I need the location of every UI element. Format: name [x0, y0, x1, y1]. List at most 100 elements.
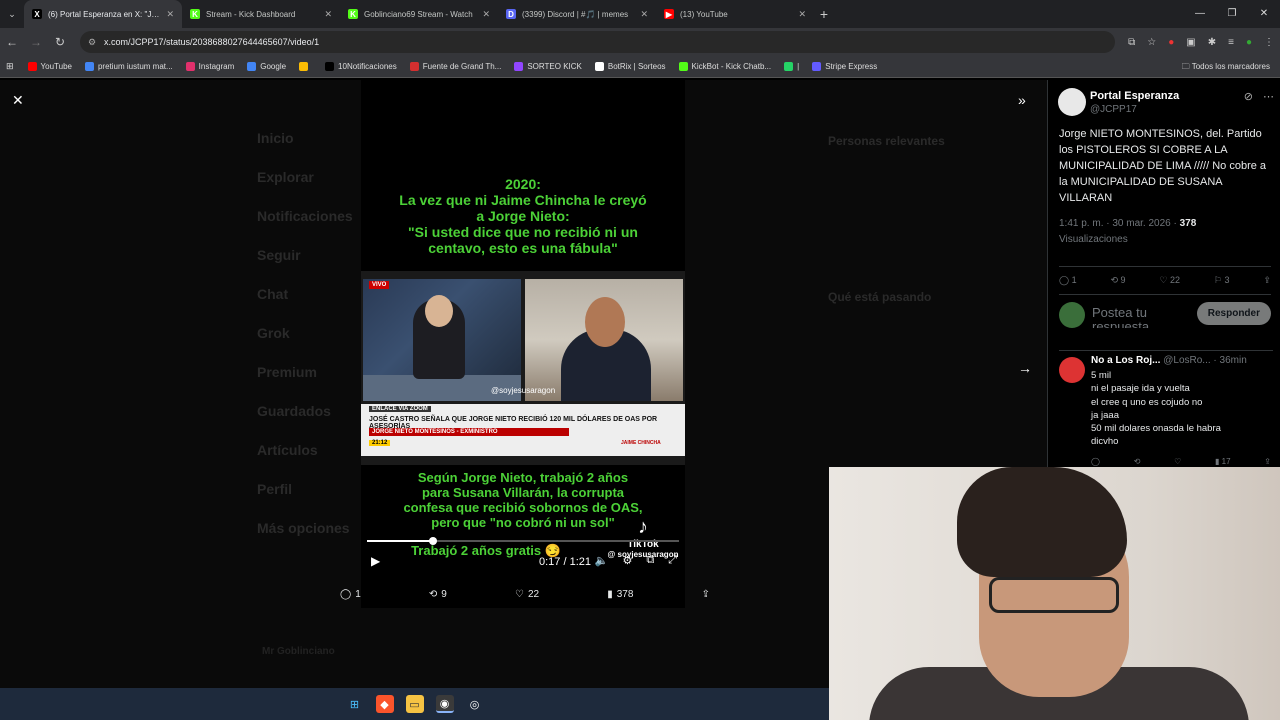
- reply-text: 5 mil ni el pasaje ida y vuelta el cree …: [1091, 370, 1221, 448]
- minimize-button[interactable]: —: [1184, 0, 1216, 28]
- browser-tab[interactable]: K Stream - Kick Dashboard ✕: [182, 0, 340, 28]
- apps-icon[interactable]: ⊞: [6, 61, 14, 72]
- share-icon[interactable]: ⇪: [1263, 275, 1271, 286]
- all-bookmarks[interactable]: 🗀 Todos los marcadores: [1182, 56, 1270, 78]
- heart-icon[interactable]: ♡: [1174, 457, 1181, 466]
- dimmed-nav-item: Inicio: [257, 130, 294, 146]
- windows-start-icon[interactable]: ⊞: [346, 695, 364, 713]
- extension-icon[interactable]: ●: [1168, 37, 1174, 48]
- tab-search-button[interactable]: ⌄: [0, 0, 24, 28]
- browser-tab[interactable]: K Goblinciano69 Stream - Watch ✕: [340, 0, 498, 28]
- post-view-count: 378: [1179, 218, 1197, 229]
- reload-icon[interactable]: ↻: [48, 35, 72, 49]
- cast-icon[interactable]: ⧉: [1128, 37, 1135, 48]
- close-viewer-icon[interactable]: ✕: [12, 92, 24, 109]
- tab-favicon-icon: D: [506, 9, 516, 19]
- bookmark-count: 3: [1224, 275, 1230, 285]
- back-icon[interactable]: ←: [0, 35, 24, 49]
- close-tab-icon[interactable]: ✕: [798, 9, 806, 20]
- views-button[interactable]: ▮ 378: [607, 584, 633, 604]
- dimmed-nav-item: Más opciones: [257, 520, 350, 536]
- close-tab-icon[interactable]: ✕: [640, 9, 648, 20]
- bookmark-item[interactable]: BotRix | Sorteos: [594, 62, 666, 71]
- volume-icon[interactable]: 🔈: [595, 554, 609, 567]
- extension-icon[interactable]: ▣: [1186, 37, 1195, 48]
- media-engagement-bar: ◯ 1 ⟲ 9 ♡ 22 ▮ 378 ⇪: [340, 584, 710, 604]
- like-button[interactable]: ♡ 22: [515, 584, 539, 604]
- share-button[interactable]: ⇪: [702, 584, 710, 604]
- bookmark-item[interactable]: Instagram: [185, 62, 234, 71]
- close-tab-icon[interactable]: ✕: [482, 9, 490, 20]
- repost-button[interactable]: ⟲ 9: [429, 584, 447, 604]
- site-info-icon[interactable]: ⚙: [88, 31, 96, 53]
- restore-button[interactable]: ❐: [1216, 0, 1248, 28]
- address-bar[interactable]: ⚙ x.com/JCPP17/status/203868802764446560…: [80, 31, 1115, 53]
- bookmark-item[interactable]: YouTube: [27, 62, 72, 71]
- reply-input[interactable]: Postea tu respuesta: [1092, 306, 1182, 328]
- video-progress-bar[interactable]: [367, 537, 679, 545]
- fullscreen-icon[interactable]: ⤢: [668, 554, 677, 567]
- browser-tab[interactable]: D (3399) Discord | #🎵 | memes ✕: [498, 0, 656, 28]
- close-tab-icon[interactable]: ✕: [166, 9, 174, 20]
- reply-button[interactable]: ◯ 1: [340, 584, 361, 604]
- repost-icon[interactable]: ⟲: [1134, 457, 1141, 466]
- expand-panel-icon[interactable]: »: [1018, 92, 1026, 108]
- pip-icon[interactable]: ⧉: [646, 554, 654, 567]
- close-window-button[interactable]: ✕: [1248, 0, 1280, 28]
- play-icon[interactable]: ▶: [371, 554, 380, 568]
- bookmark-item[interactable]: 10Notificaciones: [325, 62, 397, 71]
- grok-icon[interactable]: ⊘: [1244, 90, 1253, 103]
- views-button[interactable]: ▮ 17: [1215, 457, 1231, 466]
- brave-browser-icon[interactable]: ◆: [375, 695, 394, 713]
- bookmark-item[interactable]: |: [784, 62, 799, 71]
- more-icon[interactable]: ⋯: [1263, 90, 1274, 103]
- bookmark-item[interactable]: KickBot - Kick Chatb...: [678, 62, 771, 71]
- live-badge: VIVO: [369, 281, 390, 289]
- share-icon[interactable]: ⇪: [1264, 457, 1271, 466]
- bookmark-item[interactable]: SORTEO KICK: [514, 62, 582, 71]
- file-explorer-icon[interactable]: ▭: [405, 695, 424, 713]
- reply-submit-button[interactable]: Responder: [1196, 302, 1271, 325]
- browser-tab[interactable]: X (6) Portal Esperanza en X: "Jorge ✕: [24, 0, 182, 28]
- reply-item[interactable]: No a Los Roj... @LosRo... · 36min 5 mil …: [1059, 350, 1273, 468]
- obs-icon[interactable]: ◎: [466, 695, 484, 713]
- puzzle-icon[interactable]: ✱: [1208, 37, 1216, 48]
- bookmark-item[interactable]: Fuente de Grand Th...: [409, 62, 502, 71]
- next-media-icon[interactable]: →: [1018, 360, 1032, 376]
- reply-icon: ◯: [340, 588, 352, 600]
- bookmark-item[interactable]: pretium iustum mat...: [84, 62, 173, 71]
- like-button[interactable]: ♡ 22: [1159, 275, 1180, 286]
- avatar[interactable]: [1058, 88, 1086, 116]
- repost-button[interactable]: ⟲ 9: [1110, 275, 1125, 286]
- reply-button[interactable]: ◯ 1: [1059, 275, 1077, 286]
- bookmark-button[interactable]: ⚐ 3: [1214, 275, 1230, 286]
- progress-knob[interactable]: [428, 537, 437, 545]
- post-timestamp[interactable]: 1:41 p. m. · 30 mar. 2026 ·: [1059, 218, 1180, 229]
- bookmark-label: Fuente de Grand Th...: [422, 62, 502, 71]
- forward-icon[interactable]: →: [24, 35, 48, 49]
- avatar[interactable]: [1059, 357, 1085, 383]
- bookmark-item[interactable]: [299, 62, 312, 71]
- profile-avatar[interactable]: ●: [1246, 37, 1252, 48]
- author-name[interactable]: Portal Esperanza: [1090, 90, 1179, 102]
- browser-tab[interactable]: ▶ (13) YouTube ✕: [656, 0, 814, 28]
- dimmed-nav-item: Notificaciones: [257, 208, 353, 224]
- settings-icon[interactable]: ⚙: [622, 554, 632, 567]
- bookmark-item[interactable]: Google: [247, 62, 286, 71]
- reply-icon[interactable]: ◯: [1091, 457, 1100, 466]
- video-controls: ▶ 0:17 / 1:21 🔈 ⚙ ⧉ ⤢: [367, 554, 679, 574]
- close-tab-icon[interactable]: ✕: [324, 9, 332, 20]
- author-handle[interactable]: @JCPP17: [1090, 104, 1137, 115]
- bookmark-star-icon[interactable]: ☆: [1147, 37, 1156, 48]
- dimmed-nav-item: Perfil: [257, 481, 293, 497]
- tab-title: (13) YouTube: [680, 9, 728, 19]
- media-icon[interactable]: ≡: [1228, 37, 1234, 48]
- lower-third-anchor: JAIME CHINCHA: [621, 440, 661, 446]
- chrome-icon[interactable]: ◉: [435, 695, 454, 713]
- video-player[interactable]: 2020: La vez que ni Jaime Chincha le cre…: [361, 80, 685, 608]
- bookmark-item[interactable]: Stripe Express: [812, 62, 877, 71]
- new-tab-button[interactable]: +: [814, 6, 834, 22]
- reply-author-name[interactable]: No a Los Roj...: [1091, 355, 1160, 366]
- bookmark-label: |: [797, 62, 800, 71]
- menu-icon[interactable]: ⋮: [1264, 37, 1274, 48]
